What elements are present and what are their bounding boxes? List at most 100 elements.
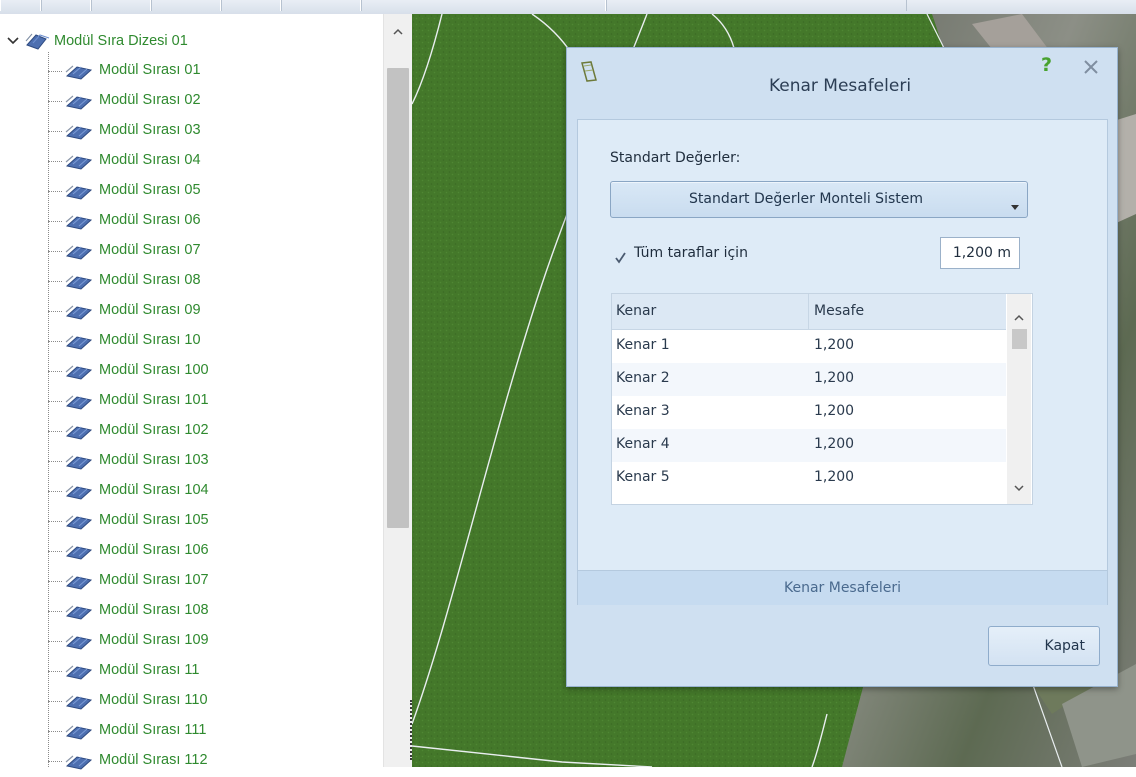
help-button[interactable]: ? (1041, 54, 1052, 76)
tree-item[interactable]: Modül Sırası 104 (0, 477, 380, 507)
toolbar-button[interactable] (220, 0, 282, 11)
solar-module-icon (63, 603, 95, 621)
tree-item-label: Modül Sırası 03 (99, 122, 201, 138)
tab-edge-distances[interactable]: Kenar Mesafeleri (578, 570, 1107, 605)
cell-distance[interactable]: 1,200 (814, 337, 854, 353)
tree-item[interactable]: Modül Sırası 108 (0, 597, 380, 627)
tree-scroll-thumb[interactable] (387, 68, 409, 528)
tree-item[interactable]: Modül Sırası 11 (0, 657, 380, 687)
toolbar-button[interactable] (0, 0, 42, 11)
tree-item[interactable]: Modül Sırası 06 (0, 207, 380, 237)
solar-module-icon (63, 423, 95, 441)
tree-item[interactable]: Modül Sırası 105 (0, 507, 380, 537)
tree-item[interactable]: Modül Sırası 08 (0, 267, 380, 297)
tree-item-label: Modül Sırası 100 (99, 362, 209, 378)
table-row[interactable]: Kenar 5 1,200 (612, 462, 1006, 495)
table-row[interactable]: Kenar 2 1,200 (612, 363, 1006, 396)
column-header-distance[interactable]: Mesafe (814, 303, 864, 319)
toolbar-button[interactable] (90, 0, 152, 11)
solar-module-icon (63, 633, 95, 651)
all-sides-distance-input[interactable] (940, 237, 1020, 269)
toolbar-button[interactable] (280, 0, 362, 11)
solar-module-icon (63, 153, 95, 171)
tree-connector (48, 641, 62, 642)
tree-connector (48, 581, 62, 582)
tree-item[interactable]: Modül Sırası 106 (0, 537, 380, 567)
close-icon[interactable] (1081, 57, 1101, 77)
tree-connector (48, 251, 62, 252)
tree-item[interactable]: Modül Sırası 107 (0, 567, 380, 597)
solar-module-icon (63, 243, 95, 261)
tree-scrollbar[interactable] (383, 14, 412, 767)
tree-item[interactable]: Modül Sırası 100 (0, 357, 380, 387)
tree-item[interactable]: Modül Sırası 110 (0, 687, 380, 717)
tree-item-label: Modül Sırası 104 (99, 482, 209, 498)
tree-item-label: Modül Sırası 06 (99, 212, 201, 228)
tree-item[interactable]: Modül Sırası 04 (0, 147, 380, 177)
tree-connector (48, 371, 62, 372)
scroll-down-icon[interactable] (1013, 478, 1025, 492)
all-sides-label: Tüm taraflar için (634, 245, 748, 261)
toolbar-strip (0, 0, 1136, 15)
tree-item-label: Modül Sırası 111 (99, 722, 207, 738)
table-row[interactable]: Kenar 3 1,200 (612, 396, 1006, 429)
solar-module-icon (63, 93, 95, 111)
tree-item-label: Modül Sırası 102 (99, 422, 209, 438)
tree-item[interactable]: Modül Sırası 03 (0, 117, 380, 147)
solar-module-icon (63, 213, 95, 231)
grid-scrollbar[interactable] (1007, 294, 1031, 504)
tree-connector (48, 761, 62, 762)
column-header-edge[interactable]: Kenar (616, 303, 656, 319)
table-row[interactable]: Kenar 1 1,200 (612, 330, 1006, 363)
dialog-title: Kenar Mesafeleri (768, 76, 912, 96)
tree-item-label: Modül Sırası 10 (99, 332, 201, 348)
tree-root-node[interactable]: Modül Sıra Dizesi 01 (6, 30, 188, 52)
tree-connector (48, 341, 62, 342)
grid-scroll-thumb[interactable] (1012, 329, 1027, 349)
tree-item[interactable]: Modül Sırası 109 (0, 627, 380, 657)
solar-module-icon (63, 453, 95, 471)
close-button[interactable]: Kapat (988, 626, 1100, 666)
tree-item[interactable]: Modül Sırası 01 (0, 57, 380, 87)
tree-item-label: Modül Sırası 07 (99, 242, 201, 258)
scroll-up-icon[interactable] (1013, 308, 1025, 321)
tree-item[interactable]: Modül Sırası 112 (0, 747, 380, 777)
table-row[interactable]: Kenar 4 1,200 (612, 429, 1006, 462)
tree-children: Modül Sırası 01 Modül Sırası 02 Modül Sıra… (0, 57, 380, 777)
splitter-handle[interactable] (410, 700, 416, 760)
solar-module-icon (63, 693, 95, 711)
cell-distance[interactable]: 1,200 (814, 436, 854, 452)
tree-item[interactable]: Modül Sırası 02 (0, 87, 380, 117)
all-sides-checkbox[interactable] (614, 249, 627, 264)
cell-distance[interactable]: 1,200 (814, 469, 854, 485)
tree-item-label: Modül Sırası 109 (99, 632, 209, 648)
solar-module-icon (63, 753, 95, 771)
solar-module-icon (63, 483, 95, 501)
chevron-down-icon[interactable] (6, 34, 20, 48)
tree-item-label: Modül Sırası 09 (99, 302, 201, 318)
cell-edge: Kenar 1 (616, 337, 670, 353)
tree-item[interactable]: Modül Sırası 102 (0, 417, 380, 447)
tree-item-label: Modül Sırası 01 (99, 62, 201, 78)
scroll-up-icon[interactable] (391, 24, 405, 38)
solar-module-icon (63, 393, 95, 411)
toolbar-button[interactable] (150, 0, 222, 11)
cell-distance[interactable]: 1,200 (814, 370, 854, 386)
grid-header: Kenar Mesafe (612, 294, 1006, 330)
tree-item[interactable]: Modül Sırası 103 (0, 447, 380, 477)
toolbar-button[interactable] (40, 0, 92, 11)
standard-values-dropdown[interactable]: Standart Değerler Monteli Sistem (610, 181, 1028, 218)
tree-item[interactable]: Modül Sırası 09 (0, 297, 380, 327)
toolbar-button[interactable] (360, 0, 607, 11)
toolbar-button[interactable] (605, 0, 907, 11)
tree-connector (48, 701, 62, 702)
tree-item[interactable]: Modül Sırası 07 (0, 237, 380, 267)
cell-distance[interactable]: 1,200 (814, 403, 854, 419)
tree-item-label: Modül Sırası 105 (99, 512, 209, 528)
tree-item[interactable]: Modül Sırası 111 (0, 717, 380, 747)
tree-item[interactable]: Modül Sırası 05 (0, 177, 380, 207)
tree-connector (48, 611, 62, 612)
tree-item-label: Modül Sırası 106 (99, 542, 209, 558)
tree-item[interactable]: Modül Sırası 101 (0, 387, 380, 417)
tree-item[interactable]: Modül Sırası 10 (0, 327, 380, 357)
